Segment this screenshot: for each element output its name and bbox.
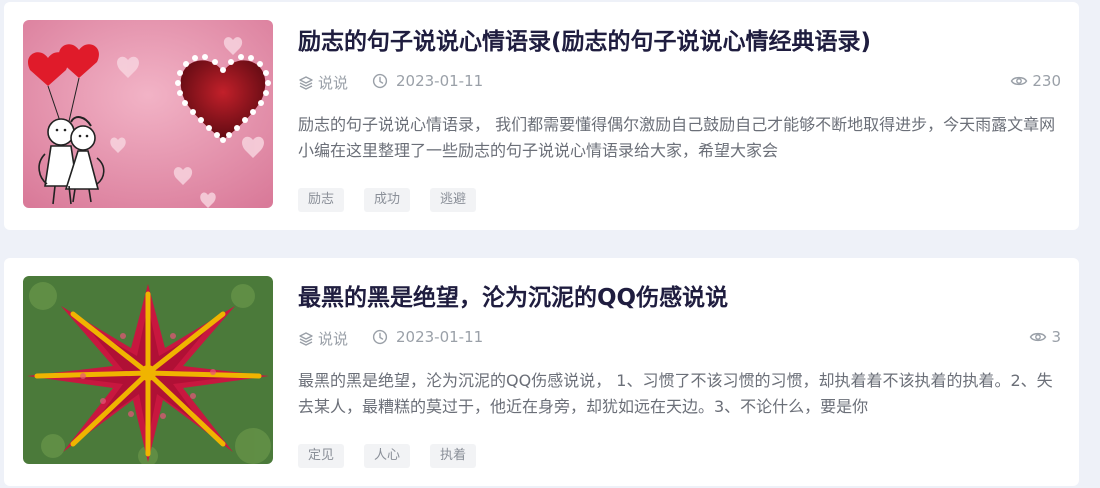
tag-stack-icon <box>299 331 313 346</box>
eye-icon <box>1011 76 1028 86</box>
hearts-cartoon-image <box>23 20 273 208</box>
article-views: 3 <box>1029 328 1061 346</box>
article-tags: 励志 成功 逃避 <box>298 188 477 212</box>
article-views-count: 3 <box>1051 328 1061 346</box>
article-meta: 说说 2023-01-11 3 <box>298 328 1061 348</box>
article-tags: 定见 人心 执着 <box>298 444 477 468</box>
article-card[interactable]: 励志的句子说说心情语录(励志的句子说说心情经典语录) 说说 2023-01-11… <box>4 2 1079 230</box>
tag-chip[interactable]: 定见 <box>298 444 345 468</box>
article-thumbnail[interactable] <box>23 276 273 464</box>
tag-stack-icon <box>299 75 313 90</box>
article-meta: 说说 2023-01-11 230 <box>298 72 1061 92</box>
tag-chip[interactable]: 励志 <box>298 188 345 212</box>
article-category-label: 说说 <box>318 330 349 348</box>
tag-chip[interactable]: 成功 <box>364 188 411 212</box>
article-views-count: 230 <box>1032 72 1061 90</box>
eye-icon <box>1030 332 1047 342</box>
clock-icon <box>372 73 388 89</box>
tag-chip[interactable]: 逃避 <box>430 188 477 212</box>
article-category[interactable]: 说说 <box>298 328 348 349</box>
clock-icon <box>372 329 388 345</box>
article-date: 2023-01-11 <box>372 72 483 90</box>
article-excerpt: 最黑的黑是绝望，沦为沉泥的QQ伤感说说， 1、习惯了不该习惯的习惯，却执着着不该… <box>298 371 1053 416</box>
article-date-value: 2023-01-11 <box>396 72 484 90</box>
flower-bed-image <box>23 276 273 464</box>
article-date: 2023-01-11 <box>372 328 483 346</box>
article-thumbnail[interactable] <box>23 20 273 208</box>
article-title[interactable]: 励志的句子说说心情语录(励志的句子说说心情经典语录) <box>298 22 871 56</box>
article-title[interactable]: 最黑的黑是绝望，沦为沉泥的QQ伤感说说 <box>298 278 728 312</box>
article-category[interactable]: 说说 <box>298 72 348 93</box>
tag-chip[interactable]: 人心 <box>364 444 411 468</box>
article-date-value: 2023-01-11 <box>396 328 484 346</box>
article-excerpt: 励志的句子说说心情语录， 我们都需要懂得偶尔激励自己鼓励自己才能够不断地取得进步… <box>298 115 1056 160</box>
tag-chip[interactable]: 执着 <box>430 444 477 468</box>
article-views: 230 <box>1010 72 1061 90</box>
article-card[interactable]: 最黑的黑是绝望，沦为沉泥的QQ伤感说说 说说 2023-01-11 3 最黑的黑… <box>4 258 1079 486</box>
article-category-label: 说说 <box>318 74 349 92</box>
